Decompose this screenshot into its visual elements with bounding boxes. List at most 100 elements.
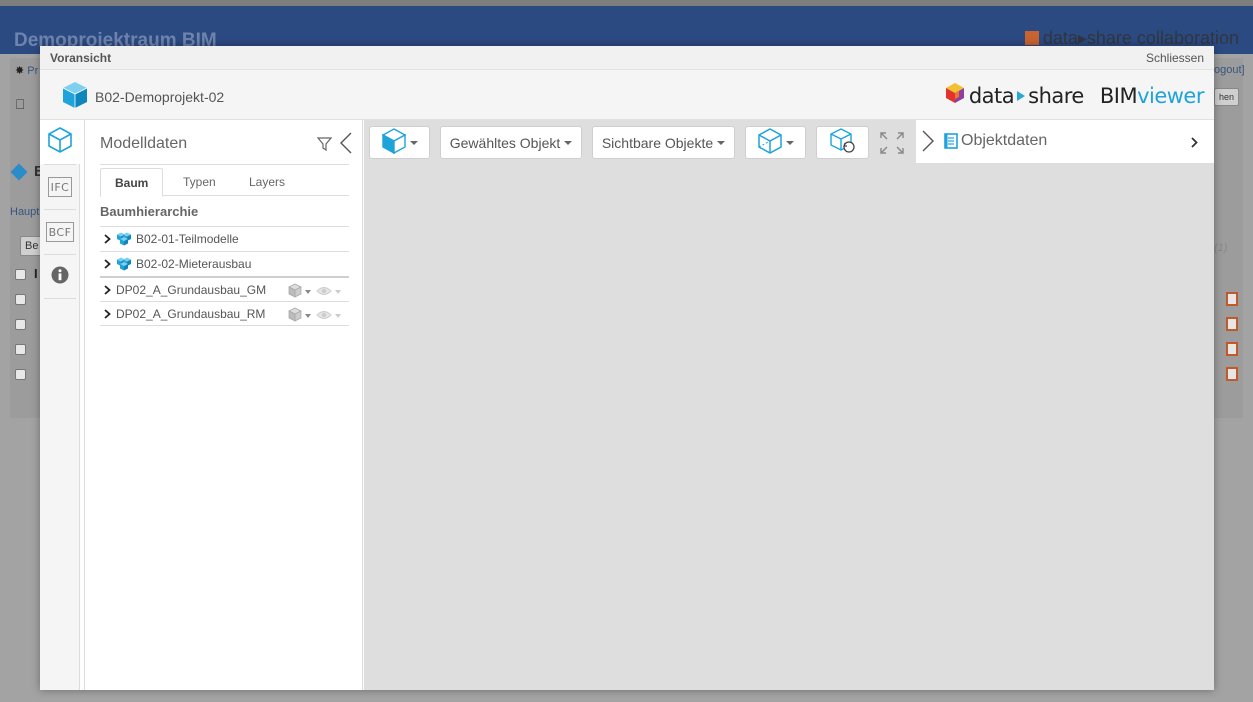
visibility-cube-icon[interactable] bbox=[288, 307, 302, 325]
background-search-button: hen bbox=[1214, 88, 1240, 106]
panel-title: Modelldaten bbox=[100, 135, 188, 152]
ifc-file-icon: IFC bbox=[47, 177, 73, 197]
cube-view-icon bbox=[381, 128, 406, 157]
brand-viewer-text: viewer bbox=[1137, 83, 1204, 108]
visible-objects-dropdown[interactable]: Sichtbare Objekte bbox=[592, 126, 735, 159]
section-dropdown[interactable] bbox=[745, 126, 806, 159]
model-group-icon bbox=[116, 232, 132, 246]
dropdown-caret-icon bbox=[409, 140, 418, 145]
background-checkbox-header bbox=[15, 269, 26, 280]
object-data-title: Objektdaten bbox=[961, 132, 1048, 149]
viewer-header: B02-Demoprojekt-02 data share BIM viewer bbox=[40, 70, 1214, 120]
close-button[interactable]: Schliessen bbox=[1146, 51, 1204, 65]
sidebar-item-ifc[interactable]: IFC bbox=[40, 165, 80, 209]
dropdown-caret-icon[interactable] bbox=[335, 314, 341, 318]
visible-objects-label: Sichtbare Objekte bbox=[601, 134, 714, 151]
project-name: B02-Demoprojekt-02 bbox=[95, 89, 225, 105]
selected-object-dropdown[interactable]: Gewähltes Objekt bbox=[440, 126, 582, 159]
tab-layers[interactable]: Layers bbox=[235, 168, 299, 197]
bcf-file-icon: BCF bbox=[45, 222, 75, 242]
chevron-right-icon[interactable] bbox=[104, 284, 114, 295]
background-nav-text: Pr bbox=[27, 65, 39, 77]
chevron-right-icon[interactable] bbox=[104, 259, 114, 269]
background-document-icon bbox=[1226, 317, 1238, 331]
eye-icon[interactable] bbox=[316, 309, 332, 323]
modal-header: Voransicht Schliessen bbox=[40, 46, 1214, 70]
background-nav-link: ✸ Pr bbox=[15, 64, 38, 77]
dropdown-caret-icon[interactable] bbox=[305, 314, 311, 318]
chevron-right-icon[interactable] bbox=[104, 308, 114, 319]
tree-heading: Baumhierarchie bbox=[100, 204, 199, 219]
info-icon bbox=[51, 266, 69, 289]
tab-typen[interactable]: Typen bbox=[169, 168, 230, 197]
brand-arrow-icon bbox=[1017, 90, 1026, 101]
background-monitor-icon: ⎕ bbox=[16, 96, 25, 112]
row-tools bbox=[288, 283, 345, 301]
background-checkbox bbox=[15, 294, 26, 305]
panel-divider bbox=[100, 164, 349, 165]
background-checkbox bbox=[15, 344, 26, 355]
dropdown-caret-icon[interactable] bbox=[305, 290, 311, 294]
model-data-panel: Modelldaten Baum Typen Layers Baumhierar… bbox=[84, 120, 363, 690]
selected-object-label: Gewähltes Objekt bbox=[449, 134, 561, 151]
object-data-icon bbox=[944, 133, 958, 154]
dropdown-caret-icon bbox=[717, 140, 726, 145]
background-nav-icon: ✸ bbox=[15, 65, 25, 77]
background-document-icon bbox=[1226, 292, 1238, 306]
dropdown-caret-icon bbox=[785, 140, 794, 145]
filter-icon[interactable] bbox=[316, 137, 333, 156]
modal-title: Voransicht bbox=[50, 51, 112, 65]
sidebar-item-model[interactable] bbox=[40, 120, 80, 164]
tree-item[interactable]: B02-02-Mieterausbau bbox=[100, 251, 349, 276]
background-checkbox bbox=[15, 369, 26, 380]
background-column-header: I bbox=[34, 266, 38, 281]
eye-icon[interactable] bbox=[316, 285, 332, 299]
collapse-panel-icon[interactable] bbox=[340, 132, 352, 159]
sidebar-item-info[interactable] bbox=[40, 255, 80, 299]
tree-item[interactable]: DP02_A_Grundausbau_RM bbox=[100, 301, 349, 326]
background-logout-link: ogout] bbox=[1214, 64, 1245, 76]
view-mode-dropdown[interactable] bbox=[369, 126, 430, 159]
object-data-panel: Objektdaten bbox=[916, 120, 1214, 164]
project-cube-icon bbox=[62, 81, 88, 114]
chevron-right-icon[interactable] bbox=[1191, 135, 1198, 153]
sidebar-item-bcf[interactable]: BCF bbox=[40, 210, 80, 254]
tool-sidebar: IFC BCF bbox=[40, 120, 80, 690]
brand-bim-text: BIM bbox=[1099, 83, 1138, 108]
model-tree: B02-01-Teilmodelle B02-02-Mieterausbau D… bbox=[100, 226, 349, 326]
reset-view-icon bbox=[829, 127, 857, 158]
background-count: (1) bbox=[1214, 242, 1228, 254]
background-breadcrumb: Haupt bbox=[10, 206, 40, 218]
background-brand-logo bbox=[1024, 31, 1039, 45]
tree-item[interactable]: B02-01-Teilmodelle bbox=[100, 226, 349, 251]
cube-icon bbox=[47, 126, 73, 159]
fullscreen-icon[interactable] bbox=[880, 132, 904, 159]
datashare-logo-icon bbox=[945, 82, 965, 109]
tree-item[interactable]: DP02_A_Grundausbau_GM bbox=[100, 276, 349, 301]
brand-data-text: data bbox=[968, 83, 1015, 108]
tree-item-label: B02-02-Mieterausbau bbox=[136, 257, 252, 271]
preview-modal: Voransicht Schliessen B02-Demoprojekt-02 bbox=[40, 46, 1214, 690]
panel-tabs: Baum Typen Layers bbox=[100, 168, 349, 197]
sidebar-divider bbox=[44, 298, 76, 299]
chevron-right-icon[interactable] bbox=[104, 234, 114, 244]
dropdown-caret-icon bbox=[564, 140, 573, 145]
bimviewer-logo: data share BIM viewer bbox=[945, 82, 1204, 109]
tree-item-label: DP02_A_Grundausbau_GM bbox=[116, 282, 267, 297]
tree-item-label: B02-01-Teilmodelle bbox=[136, 232, 239, 246]
brand-share-text: share bbox=[1028, 83, 1084, 108]
model-group-icon bbox=[116, 257, 132, 271]
background-checkbox bbox=[15, 319, 26, 330]
background-document-icon bbox=[1226, 342, 1238, 356]
visibility-cube-icon[interactable] bbox=[288, 283, 302, 301]
reset-view-button[interactable] bbox=[816, 126, 869, 159]
background-brand-text: data▸share collaboration bbox=[1042, 28, 1239, 48]
tab-baum[interactable]: Baum bbox=[100, 168, 164, 197]
dropdown-caret-icon[interactable] bbox=[335, 290, 341, 294]
tree-item-label: DP02_A_Grundausbau_RM bbox=[116, 306, 266, 321]
viewer-canvas[interactable]: Gewähltes Objekt Sichtbare Objekte Objek… bbox=[364, 120, 1214, 690]
row-tools bbox=[288, 307, 345, 325]
background-document-icon bbox=[1226, 367, 1238, 381]
section-cube-icon bbox=[757, 128, 782, 157]
expand-object-panel-icon[interactable] bbox=[922, 130, 934, 157]
